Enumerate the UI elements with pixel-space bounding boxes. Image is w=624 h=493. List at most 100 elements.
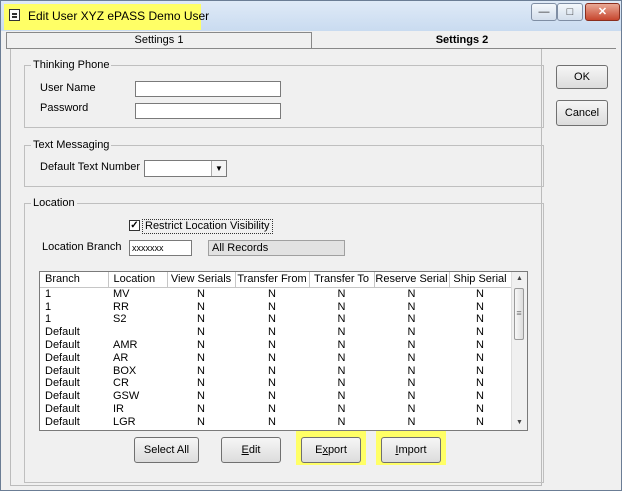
window-title: Edit User XYZ ePASS Demo User <box>28 9 210 23</box>
restrict-location-checkbox[interactable]: ✓ <box>129 220 140 231</box>
select-all-button[interactable]: Select All <box>134 437 199 463</box>
table-cell: N <box>337 300 346 313</box>
table-row[interactable]: Default BOX N N N N N <box>40 364 511 377</box>
edit-user-dialog: Edit User XYZ ePASS Demo User — □ ✕ Sett… <box>0 0 622 491</box>
table-cell: Default <box>45 326 80 339</box>
chevron-down-icon[interactable]: ▼ <box>211 161 226 176</box>
table-cell: IR <box>113 403 124 416</box>
table-cell: N <box>407 403 416 416</box>
export-button[interactable]: Export <box>301 437 361 463</box>
table-cell: N <box>268 313 276 326</box>
table-row[interactable]: Default LGR N N N N N <box>40 415 511 428</box>
column-header[interactable]: Location <box>108 272 168 288</box>
table-cell: N <box>337 351 346 364</box>
text-messaging-legend: Text Messaging <box>31 139 112 151</box>
table-cell: BOX <box>113 364 137 377</box>
table-cell: Default <box>45 339 80 352</box>
cancel-button[interactable]: Cancel <box>556 100 608 126</box>
table-cell: N <box>407 339 416 352</box>
thinking-phone-group: Thinking Phone User Name Password <box>24 59 544 128</box>
table-cell: N <box>268 300 276 313</box>
scroll-thumb[interactable]: ≡ <box>514 288 524 340</box>
tab-strip: Settings 1 Settings 2 <box>6 32 616 48</box>
table-cell: N <box>476 403 484 416</box>
list-scrollbar[interactable]: ▲ ≡ ▼ <box>511 272 527 430</box>
table-cell: N <box>476 326 484 339</box>
table-row[interactable]: Default N N N N N <box>40 326 511 339</box>
password-input[interactable] <box>135 103 281 119</box>
location-branch-input[interactable] <box>129 240 192 256</box>
table-cell: Default <box>45 415 80 428</box>
table-row[interactable]: Default AR N N N N N <box>40 351 511 364</box>
column-header[interactable]: View Serials <box>167 272 236 288</box>
column-header[interactable]: Ship Serial <box>449 272 512 288</box>
edit-button[interactable]: Edit <box>221 437 281 463</box>
column-header[interactable]: Reserve Serial <box>374 272 450 288</box>
default-text-number-label: Default Text Number <box>40 161 141 173</box>
import-button[interactable]: Import <box>381 437 441 463</box>
column-header[interactable]: Transfer From <box>235 272 310 288</box>
table-cell: Default <box>45 390 80 403</box>
location-legend: Location <box>31 197 77 209</box>
password-label: Password <box>40 102 89 114</box>
table-cell: CR <box>113 377 129 390</box>
edit-button-accesskey: E <box>241 444 249 456</box>
table-cell: N <box>476 287 484 300</box>
table-cell: N <box>197 326 205 339</box>
username-input[interactable] <box>135 81 281 97</box>
table-cell: N <box>476 300 484 313</box>
table-cell: N <box>197 300 205 313</box>
table-cell: 1 <box>45 287 52 300</box>
table-header-row: Branch Location View Serials Transfer From T… <box>40 272 512 288</box>
table-cell: N <box>476 390 484 403</box>
table-cell: N <box>476 377 484 390</box>
table-row[interactable]: 1 MV N N N N N <box>40 287 511 300</box>
table-cell: N <box>337 313 346 326</box>
table-cell: N <box>407 415 416 428</box>
table-cell: N <box>337 415 346 428</box>
scroll-up-icon[interactable]: ▲ <box>512 272 527 286</box>
table-cell: N <box>337 326 346 339</box>
table-cell: N <box>197 403 205 416</box>
table-row[interactable]: 1 S2 N N N N N <box>40 313 511 326</box>
username-label: User Name <box>40 82 96 94</box>
table-row[interactable]: Default GSW N N N N N <box>40 390 511 403</box>
title-bar[interactable]: Edit User XYZ ePASS Demo User — □ ✕ <box>1 1 621 31</box>
restrict-location-label[interactable]: Restrict Location Visibility <box>142 219 273 234</box>
column-header[interactable]: Branch <box>40 272 109 288</box>
table-cell <box>108 326 167 339</box>
table-cell: N <box>268 390 276 403</box>
table-row[interactable]: Default CR N N N N N <box>40 377 511 390</box>
table-cell: 1 <box>45 313 52 326</box>
location-permissions-list[interactable]: Branch Location View Serials Transfer From T… <box>39 271 528 431</box>
table-cell: N <box>268 339 276 352</box>
ok-button[interactable]: OK <box>556 65 608 89</box>
table-row[interactable]: Default IR N N N N N <box>40 403 511 416</box>
table-body: 1 MV N N N N N 1 RR N N N N N 1 S2 N N N N N Default N N N N N Defa… <box>40 287 511 428</box>
tab-settings-2[interactable]: Settings 2 <box>312 32 612 48</box>
table-row[interactable]: Default AMR N N N N N <box>40 339 511 352</box>
table-cell: N <box>197 364 205 377</box>
table-cell: N <box>197 313 205 326</box>
tab-settings-1[interactable]: Settings 1 <box>6 32 312 48</box>
table-cell: N <box>268 403 276 416</box>
table-cell: N <box>407 287 416 300</box>
table-cell: Default <box>45 351 80 364</box>
table-cell: N <box>337 364 346 377</box>
maximize-button[interactable]: □ <box>557 3 583 21</box>
table-cell: N <box>476 364 484 377</box>
table-cell: N <box>197 415 205 428</box>
minimize-button[interactable]: — <box>531 3 557 21</box>
table-cell: N <box>407 313 416 326</box>
table-row[interactable]: 1 RR N N N N N <box>40 300 511 313</box>
import-button-label: mport <box>398 444 427 456</box>
column-header[interactable]: Transfer To <box>309 272 375 288</box>
close-button[interactable]: ✕ <box>585 3 620 21</box>
export-button-label: port <box>327 444 347 456</box>
table-cell: N <box>337 377 346 390</box>
table-cell: LGR <box>113 415 136 428</box>
scroll-down-icon[interactable]: ▼ <box>512 416 527 430</box>
table-cell: GSW <box>113 390 140 403</box>
default-text-number-select[interactable]: ▼ <box>144 160 227 177</box>
table-cell: N <box>197 377 205 390</box>
